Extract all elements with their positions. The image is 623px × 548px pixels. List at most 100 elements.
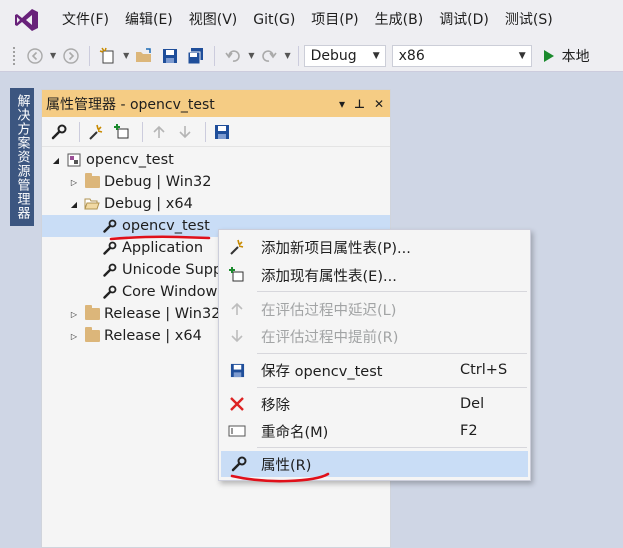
- menu-git[interactable]: Git(G): [245, 0, 303, 40]
- visual-studio-logo-icon[interactable]: [14, 7, 40, 33]
- wrench-icon: [229, 454, 249, 474]
- menu-separator: [257, 447, 527, 448]
- menu-item-save[interactable]: 保存 opencv_test Ctrl+S: [219, 357, 530, 383]
- toolbar-separator: [142, 121, 143, 142]
- rename-icon: [227, 421, 247, 441]
- undo-icon[interactable]: [223, 46, 243, 66]
- wrench-icon: [102, 240, 118, 256]
- menu-test[interactable]: 测试(S): [497, 0, 561, 40]
- add-new-sheet-icon: [227, 237, 247, 257]
- menu-debug[interactable]: 调试(D): [431, 0, 497, 40]
- add-new-sheet-icon[interactable]: [85, 121, 107, 143]
- menu-item-shortcut: Ctrl+S: [460, 362, 508, 378]
- menu-item-shortcut: F2: [460, 423, 478, 439]
- auto-hide-pin-icon[interactable]: ⊥: [354, 97, 365, 111]
- menu-item-add-existing-sheet[interactable]: 添加现有属性表(E)...: [219, 262, 530, 288]
- menu-item-shortcut: Del: [460, 396, 485, 412]
- menu-item-label: 添加新项目属性表(P)...: [261, 240, 411, 257]
- expand-arrow-icon[interactable]: ▷: [68, 332, 80, 341]
- back-icon[interactable]: [25, 46, 45, 66]
- window-position-dropdown-icon[interactable]: ▾: [339, 97, 345, 111]
- chevron-down-icon: ▼: [518, 50, 526, 61]
- menu-item-label: 移除: [261, 397, 290, 414]
- expand-arrow-icon[interactable]: ▷: [68, 310, 80, 319]
- save-all-icon[interactable]: [186, 46, 206, 66]
- menu-edit[interactable]: 编辑(E): [117, 0, 181, 40]
- menu-item-move-earlier[interactable]: 在评估过程中提前(R): [219, 323, 530, 349]
- save-icon[interactable]: [211, 121, 233, 143]
- toolbar-separator: [89, 45, 91, 66]
- open-folder-icon[interactable]: [134, 46, 154, 66]
- wrench-icon: [102, 218, 118, 234]
- toolbar-separator: [214, 45, 216, 66]
- folder-icon: [84, 305, 100, 322]
- tree-node-label: Release | Win32: [104, 306, 221, 322]
- configuration-value: Debug: [310, 47, 357, 64]
- standard-toolbar: ▼ ▼ ▼ ▼ Debug ▼ x86 ▼ 本地: [0, 40, 623, 72]
- menu-item-label: 属性(R): [261, 457, 312, 474]
- tree-node-label: Application: [122, 240, 204, 256]
- menu-item-move-later[interactable]: 在评估过程中延迟(L): [219, 296, 530, 322]
- tree-node-label: opencv_test: [86, 152, 174, 168]
- platform-value: x86: [398, 47, 425, 64]
- tree-node-label: opencv_test: [122, 218, 210, 234]
- collapse-arrow-icon[interactable]: ◢: [68, 200, 80, 209]
- solution-configuration-combo[interactable]: Debug ▼: [303, 44, 386, 67]
- menu-item-properties[interactable]: 属性(R): [221, 451, 528, 477]
- solution-explorer-tab[interactable]: 解决方案资源管理器: [10, 88, 34, 226]
- add-existing-sheet-icon[interactable]: [111, 121, 133, 143]
- back-dropdown-icon[interactable]: ▼: [50, 51, 56, 60]
- tree-node-label: Debug | Win32: [104, 174, 212, 190]
- tree-node-label: Release | x64: [104, 328, 202, 344]
- panel-title-bar[interactable]: 属性管理器 - opencv_test ▾ ⊥ ✕: [42, 90, 390, 117]
- menu-item-add-new-sheet[interactable]: 添加新项目属性表(P)...: [219, 234, 530, 260]
- collapse-arrow-icon[interactable]: ◢: [50, 156, 62, 165]
- toolbar-separator: [79, 121, 80, 142]
- solution-platform-combo[interactable]: x86 ▼: [391, 44, 532, 67]
- menu-project[interactable]: 项目(P): [303, 0, 366, 40]
- menu-separator: [257, 353, 527, 354]
- tree-node-debug-x64[interactable]: ◢ Debug | x64: [42, 193, 390, 215]
- menu-bar: 文件(F) 编辑(E) 视图(V) Git(G) 项目(P) 生成(B) 调试(…: [0, 0, 623, 40]
- save-icon[interactable]: [160, 46, 180, 66]
- run-label: 本地: [561, 48, 590, 65]
- menu-separator: [257, 387, 527, 388]
- delete-icon: [227, 394, 247, 414]
- menu-item-label: 在评估过程中提前(R): [261, 329, 399, 346]
- menu-item-remove[interactable]: 移除 Del: [219, 391, 530, 417]
- folder-icon: [84, 327, 100, 344]
- move-down-icon[interactable]: [174, 121, 196, 143]
- menu-item-label: 在评估过程中延迟(L): [261, 302, 397, 319]
- menu-build[interactable]: 生成(B): [367, 0, 432, 40]
- menu-item-rename[interactable]: 重命名(M) F2: [219, 418, 530, 444]
- redo-dropdown-icon[interactable]: ▼: [284, 51, 290, 60]
- undo-dropdown-icon[interactable]: ▼: [248, 51, 254, 60]
- toolbar-grip[interactable]: [12, 45, 16, 66]
- add-existing-sheet-icon: [227, 265, 247, 285]
- wrench-icon: [102, 262, 118, 278]
- start-debugging-button[interactable]: 本地: [542, 46, 590, 66]
- redo-icon[interactable]: [259, 46, 279, 66]
- panel-toolbar: [42, 117, 390, 147]
- wrench-icon: [102, 284, 118, 300]
- tree-node-debug-win32[interactable]: ▷ Debug | Win32: [42, 171, 390, 193]
- toolbar-separator: [205, 121, 206, 142]
- tree-node-label: Core Window: [122, 284, 218, 300]
- menu-item-label: 添加现有属性表(E)...: [261, 268, 397, 285]
- forward-icon[interactable]: [61, 46, 81, 66]
- menu-view[interactable]: 视图(V): [181, 0, 246, 40]
- menu-file[interactable]: 文件(F): [54, 0, 117, 40]
- menu-separator: [257, 291, 527, 292]
- new-item-dropdown-icon[interactable]: ▼: [123, 51, 129, 60]
- new-item-icon[interactable]: [98, 46, 118, 66]
- move-up-icon[interactable]: [148, 121, 170, 143]
- close-icon[interactable]: ✕: [374, 97, 384, 111]
- expand-arrow-icon[interactable]: ▷: [68, 178, 80, 187]
- arrow-up-icon: [227, 299, 247, 319]
- toolbar-separator: [297, 45, 299, 66]
- context-menu: 添加新项目属性表(P)... 添加现有属性表(E)... 在评估过程中延迟(L)…: [218, 229, 531, 481]
- tree-node-project[interactable]: ◢ opencv_test: [42, 149, 390, 171]
- properties-wrench-icon[interactable]: [48, 121, 70, 143]
- chevron-down-icon: ▼: [372, 50, 380, 61]
- folder-icon: [84, 173, 100, 190]
